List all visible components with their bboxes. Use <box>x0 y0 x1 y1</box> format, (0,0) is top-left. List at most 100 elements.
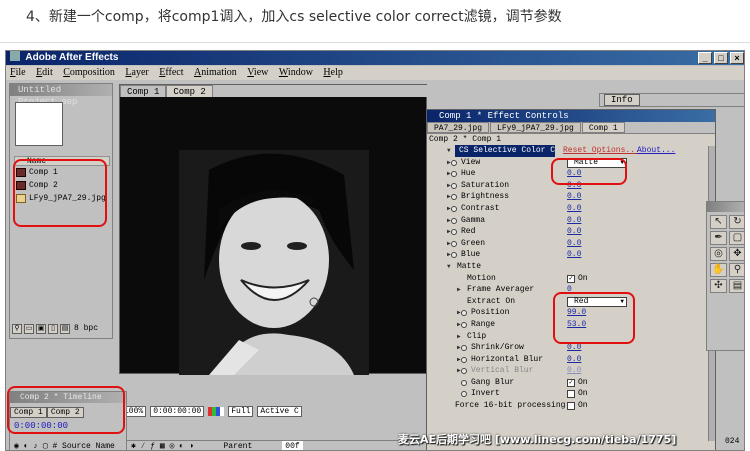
shrink-grow-value[interactable]: 0.0 <box>567 342 581 354</box>
vertical-blur-value[interactable]: 0.0 <box>567 365 581 377</box>
reset-options-link[interactable]: Reset Options... <box>563 145 640 157</box>
about-link[interactable]: About... <box>637 145 675 157</box>
expand-triangle-icon[interactable]: ▼ <box>447 145 451 157</box>
expand-triangle-icon[interactable]: ▶ <box>457 284 461 296</box>
view-dropdown[interactable]: Matte <box>567 157 627 168</box>
selection-tool-icon[interactable]: ↖ <box>710 215 727 229</box>
tab-info[interactable]: Info <box>604 94 640 106</box>
menu-file[interactable]: File <box>6 66 30 80</box>
stopwatch-icon[interactable] <box>451 171 457 178</box>
close-button[interactable]: × <box>730 52 744 64</box>
extract-on-dropdown[interactable]: Red <box>567 296 627 307</box>
force-16bit-checkbox[interactable] <box>567 402 575 411</box>
viewer-time-display[interactable]: 0:00:00:00 <box>150 406 205 417</box>
new-folder-icon[interactable]: ▭ <box>24 324 34 334</box>
project-item-jpg[interactable]: LFy9_jPA7_29.jpg <box>14 192 110 205</box>
tab-lfy9-jpg[interactable]: LFy9_jPA7_29.jpg <box>490 122 581 133</box>
motion-checkbox[interactable]: ✓ <box>567 274 575 283</box>
text-tool-icon[interactable]: ▤ <box>729 279 744 293</box>
contrast-value[interactable]: 0.0 <box>567 203 581 215</box>
timeline-tab-comp-1[interactable]: Comp 1 <box>10 407 47 418</box>
find-icon[interactable]: ⚲ <box>12 324 22 334</box>
tab-comp-1[interactable]: Comp 1 <box>120 85 167 97</box>
maximize-button[interactable]: □ <box>714 52 728 64</box>
trash-icon[interactable]: ▯ <box>48 324 58 334</box>
green-value[interactable]: 0.0 <box>567 238 581 250</box>
stopwatch-icon[interactable] <box>461 345 467 352</box>
stopwatch-icon[interactable] <box>451 194 457 201</box>
tab-comp-1-effects[interactable]: Comp 1 <box>581 122 625 133</box>
project-thumbnail <box>15 102 63 146</box>
stopwatch-icon[interactable] <box>451 240 457 247</box>
rotation-tool-icon[interactable]: ↻ <box>729 215 744 229</box>
stopwatch-icon[interactable] <box>461 321 467 328</box>
timeline-ruler-start[interactable]: 00f <box>282 441 303 450</box>
camera-dropdown[interactable]: Active C <box>257 406 302 417</box>
stopwatch-icon[interactable] <box>451 205 457 212</box>
source-name-header[interactable]: ◉ ◐ ♪ ▢ # Source Name <box>10 441 128 450</box>
blue-value[interactable]: 0.0 <box>567 249 581 261</box>
menu-view[interactable]: View <box>243 66 272 80</box>
menu-composition[interactable]: Composition <box>59 66 119 80</box>
project-item-comp-2[interactable]: Comp 2 <box>14 179 110 192</box>
hand-tool-icon[interactable]: ✋ <box>710 263 727 277</box>
saturation-value[interactable]: 0.0 <box>567 180 581 192</box>
bpc-toggle-icon[interactable]: ▤ <box>60 324 70 334</box>
stopwatch-icon[interactable] <box>461 368 467 375</box>
stopwatch-icon[interactable] <box>451 182 457 189</box>
gang-blur-checkbox[interactable]: ✓ <box>567 378 575 387</box>
tools-title[interactable] <box>707 202 744 212</box>
hue-value[interactable]: 0.0 <box>567 168 581 180</box>
invert-checkbox[interactable] <box>567 390 575 399</box>
new-comp-icon[interactable]: ▣ <box>36 324 46 334</box>
composition-preview-image[interactable] <box>179 150 369 375</box>
track-tool-icon[interactable]: ✥ <box>729 247 744 261</box>
stopwatch-icon[interactable] <box>451 229 457 236</box>
minimize-button[interactable]: _ <box>698 52 712 64</box>
layer-switches[interactable]: ✱ ⁄ ƒ ▦ ◎ ◐ ◑ <box>131 441 193 450</box>
stopwatch-icon[interactable] <box>461 356 467 363</box>
brightness-value[interactable]: 0.0 <box>567 191 581 203</box>
range-value[interactable]: 53.0 <box>567 319 586 331</box>
project-title[interactable]: Untitled Project.aep <box>10 84 112 107</box>
menu-window[interactable]: Window <box>275 66 317 80</box>
resolution-dropdown[interactable]: Full <box>228 406 254 417</box>
tab-comp-2[interactable]: Comp 2 <box>166 85 213 97</box>
current-time-display[interactable]: 0:00:00:00 <box>10 421 126 431</box>
menu-help[interactable]: Help <box>319 66 346 80</box>
pan-behind-tool-icon[interactable]: ✣ <box>710 279 727 293</box>
effect-controls-title[interactable]: Comp 1 * Effect Controls <box>427 110 715 122</box>
window-title-bar: Adobe After Effects _ □ × <box>6 51 744 65</box>
mask-tool-icon[interactable]: ▢ <box>729 231 744 245</box>
zoom-tool-icon[interactable]: ⚲ <box>729 263 744 277</box>
horizontal-blur-value[interactable]: 0.0 <box>567 354 581 366</box>
pen-tool-icon[interactable]: ✒ <box>710 231 727 245</box>
expand-triangle-icon[interactable]: ▶ <box>457 331 461 343</box>
expand-triangle-icon[interactable]: ▼ <box>447 261 451 273</box>
gamma-value[interactable]: 0.0 <box>567 215 581 227</box>
menu-edit[interactable]: Edit <box>32 66 57 80</box>
timeline-tab-comp-2[interactable]: Comp 2 <box>46 407 84 418</box>
parent-column-label[interactable]: Parent <box>223 441 252 450</box>
red-value[interactable]: 0.0 <box>567 226 581 238</box>
effect-controls-tabs: PA7_29.jpg LFy9_jPA7_29.jpg Comp 1 <box>427 122 715 134</box>
timeline-title[interactable]: Comp 2 * Timeline <box>10 392 126 403</box>
stopwatch-icon[interactable] <box>451 217 457 224</box>
frame-averager-value[interactable]: 0 <box>567 284 572 296</box>
channel-buttons[interactable] <box>208 407 225 416</box>
menu-effect[interactable]: Effect <box>155 66 187 80</box>
bit-depth-label[interactable]: 8 bpc <box>72 324 98 336</box>
menu-layer[interactable]: Layer <box>121 66 152 80</box>
stopwatch-icon[interactable] <box>461 310 467 317</box>
tab-pa7-jpg[interactable]: PA7_29.jpg <box>427 122 490 133</box>
column-name-header[interactable]: Name <box>14 156 110 166</box>
orbit-tool-icon[interactable]: ◎ <box>710 247 727 261</box>
stopwatch-icon[interactable] <box>461 391 467 398</box>
stopwatch-icon[interactable] <box>451 252 457 259</box>
effect-name[interactable]: CS Selective Color C <box>455 145 556 157</box>
project-item-comp-1[interactable]: Comp 1 <box>14 166 110 179</box>
menu-animation[interactable]: Animation <box>190 66 241 80</box>
stopwatch-icon[interactable] <box>461 379 467 386</box>
position-value[interactable]: 99.0 <box>567 307 586 319</box>
stopwatch-icon[interactable] <box>451 159 457 166</box>
